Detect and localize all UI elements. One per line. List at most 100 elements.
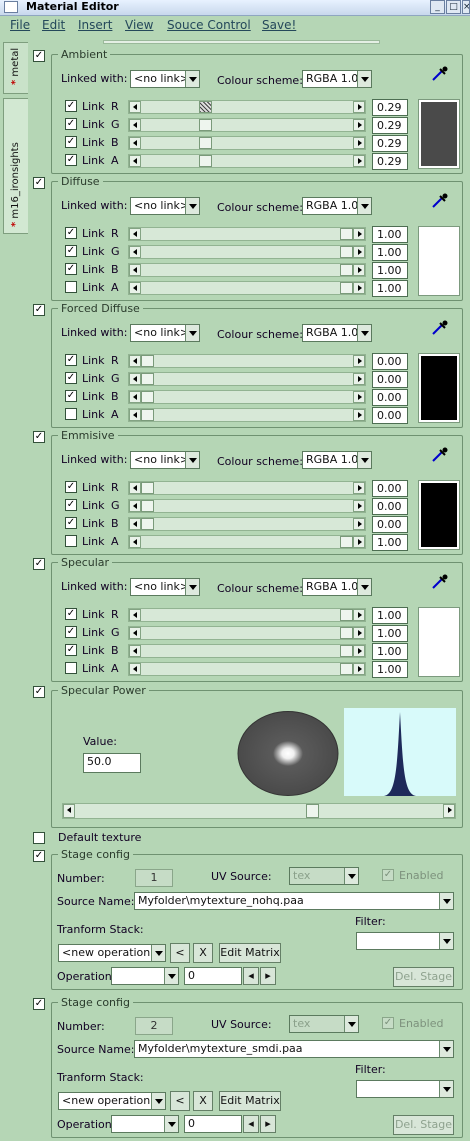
top-splitter[interactable] — [103, 40, 380, 44]
slider-left-button[interactable] — [129, 536, 141, 548]
specular-power-input[interactable]: 50.0 — [83, 753, 141, 773]
slider-left-button[interactable] — [129, 155, 141, 167]
slider-thumb[interactable] — [340, 627, 353, 639]
spin-right-button[interactable]: ▸ — [260, 967, 276, 985]
channel-value-input[interactable]: 0.00 — [372, 498, 408, 515]
default-texture-checkbox[interactable] — [33, 832, 45, 844]
link-r-checkbox[interactable]: ✓ — [65, 481, 77, 493]
channel-b-slider[interactable] — [128, 390, 366, 404]
spin-left-button[interactable]: ◂ — [243, 967, 259, 985]
slider-right-button[interactable] — [353, 409, 365, 421]
link-g-checkbox[interactable]: ✓ — [65, 626, 77, 638]
slider-thumb[interactable] — [340, 282, 353, 294]
eyedropper-icon[interactable] — [430, 446, 450, 464]
slider-left-button[interactable] — [129, 518, 141, 530]
linked-with-select[interactable]: <no link> — [130, 197, 200, 215]
slider-left-button[interactable] — [129, 409, 141, 421]
channel-b-slider[interactable] — [128, 517, 366, 531]
menu-save[interactable]: Save! — [262, 18, 296, 32]
channel-value-input[interactable]: 0.29 — [372, 99, 408, 116]
del-stage-button[interactable]: Del. Stage — [393, 1115, 454, 1135]
channel-a-slider[interactable] — [128, 662, 366, 676]
slider-left-button[interactable] — [129, 663, 141, 675]
section-2-checkbox[interactable]: ✓ — [33, 304, 45, 316]
menu-insert[interactable]: Insert — [78, 18, 112, 32]
slider-right-button[interactable] — [353, 645, 365, 657]
slider-left-button[interactable] — [129, 482, 141, 494]
channel-value-input[interactable]: 1.00 — [372, 262, 408, 279]
channel-value-input[interactable]: 0.29 — [372, 117, 408, 134]
slider-thumb[interactable] — [141, 409, 154, 421]
spin-right-button[interactable]: ▸ — [260, 1115, 276, 1133]
maximize-button[interactable]: □ — [446, 0, 461, 14]
channel-r-slider[interactable] — [128, 608, 366, 622]
slider-right-button[interactable] — [353, 246, 365, 258]
channel-g-slider[interactable] — [128, 118, 366, 132]
slider-thumb[interactable] — [340, 645, 353, 657]
slider-thumb[interactable] — [340, 246, 353, 258]
slider-thumb[interactable] — [340, 228, 353, 240]
colour-scheme-select[interactable]: RGBA 1.0 — [302, 70, 372, 88]
uv-source-select[interactable]: tex — [289, 1015, 359, 1033]
linked-with-select[interactable]: <no link> — [130, 70, 200, 88]
link-b-checkbox[interactable]: ✓ — [65, 517, 77, 529]
minimize-button[interactable]: _ — [430, 0, 445, 14]
channel-a-slider[interactable] — [128, 408, 366, 422]
link-a-checkbox[interactable] — [65, 408, 77, 420]
channel-value-input[interactable]: 0.00 — [372, 353, 408, 370]
slider-thumb[interactable] — [198, 155, 212, 167]
slider-left-button[interactable] — [129, 355, 141, 367]
filter-select[interactable] — [356, 932, 454, 950]
slider-right-button[interactable] — [353, 663, 365, 675]
menu-file[interactable]: File — [10, 18, 30, 32]
link-r-checkbox[interactable]: ✓ — [65, 608, 77, 620]
link-a-checkbox[interactable]: ✓ — [65, 154, 77, 166]
link-g-checkbox[interactable]: ✓ — [65, 372, 77, 384]
colour-scheme-select[interactable]: RGBA 1.0 — [302, 578, 372, 596]
slider-right-button[interactable] — [353, 155, 365, 167]
slider-right-button[interactable] — [353, 264, 365, 276]
channel-g-slider[interactable] — [128, 626, 366, 640]
link-r-checkbox[interactable]: ✓ — [65, 227, 77, 239]
spin-left-button[interactable]: ◂ — [243, 1115, 259, 1133]
stage-0-checkbox[interactable]: ✓ — [33, 850, 45, 862]
close-button[interactable]: × — [462, 0, 470, 14]
slider-right-button[interactable] — [353, 228, 365, 240]
slider-left-button[interactable] — [129, 282, 141, 294]
channel-value-input[interactable]: 0.00 — [372, 516, 408, 533]
linked-with-select[interactable]: <no link> — [130, 451, 200, 469]
slider-thumb[interactable] — [141, 482, 154, 494]
channel-a-slider[interactable] — [128, 281, 366, 295]
section-1-checkbox[interactable]: ✓ — [33, 177, 45, 189]
channel-value-input[interactable]: 1.00 — [372, 661, 408, 678]
slider-right-button[interactable] — [353, 373, 365, 385]
colour-scheme-select[interactable]: RGBA 1.0 — [302, 324, 372, 342]
channel-r-slider[interactable] — [128, 354, 366, 368]
channel-value-input[interactable]: 1.00 — [372, 643, 408, 660]
slider-thumb[interactable] — [141, 373, 154, 385]
channel-b-slider[interactable] — [128, 136, 366, 150]
filter-select[interactable] — [356, 1080, 454, 1098]
channel-b-slider[interactable] — [128, 644, 366, 658]
eyedropper-icon[interactable] — [430, 573, 450, 591]
colour-scheme-select[interactable]: RGBA 1.0 — [302, 451, 372, 469]
channel-r-slider[interactable] — [128, 481, 366, 495]
slider-right-button[interactable] — [353, 627, 365, 639]
menu-source-control[interactable]: Souce Control — [167, 18, 251, 32]
enabled-checkbox[interactable]: ✓ — [382, 1017, 394, 1029]
slider-right-button[interactable] — [353, 282, 365, 294]
link-b-checkbox[interactable]: ✓ — [65, 263, 77, 275]
channel-value-input[interactable]: 0.00 — [372, 371, 408, 388]
operation-index-input[interactable]: 0 — [184, 1115, 242, 1133]
slider-left-button[interactable] — [129, 627, 141, 639]
channel-value-input[interactable]: 0.29 — [372, 153, 408, 170]
slider-left-button[interactable] — [129, 609, 141, 621]
operation-index-input[interactable]: 0 — [184, 967, 242, 985]
section-3-checkbox[interactable]: ✓ — [33, 431, 45, 443]
channel-b-slider[interactable] — [128, 263, 366, 277]
back-button[interactable]: < — [170, 1091, 190, 1111]
uv-source-select[interactable]: tex — [289, 867, 359, 885]
channel-g-slider[interactable] — [128, 372, 366, 386]
slider-thumb[interactable] — [141, 500, 154, 512]
section-4-checkbox[interactable]: ✓ — [33, 558, 45, 570]
